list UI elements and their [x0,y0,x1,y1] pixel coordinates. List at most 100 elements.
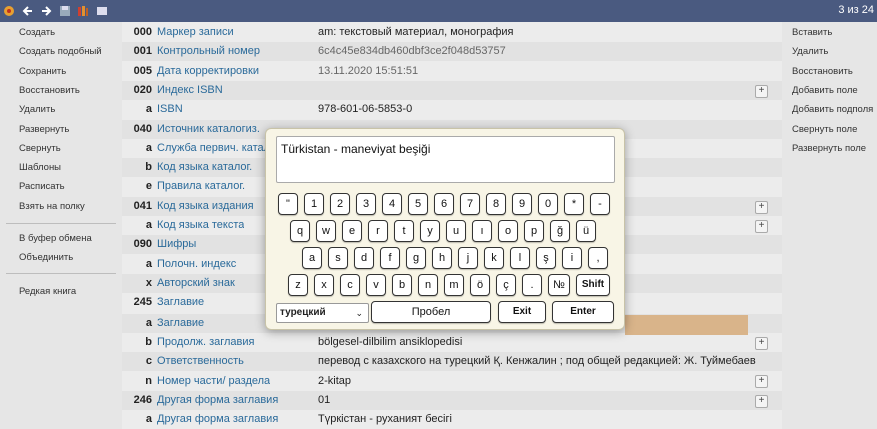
books-icon[interactable] [77,5,89,17]
space-key[interactable]: Пробел [371,301,491,323]
key[interactable]: g [406,247,426,269]
key[interactable]: r [368,220,388,242]
add-subfield-button[interactable]: + [755,337,768,350]
key[interactable]: . [522,274,542,296]
add-subfield-button[interactable]: + [755,220,768,233]
key[interactable]: 4 [382,193,402,215]
key[interactable]: ç [496,274,516,296]
key[interactable]: 1 [304,193,324,215]
keyboard-text-input[interactable] [276,136,615,183]
key[interactable]: 0 [538,193,558,215]
key[interactable]: a [302,247,322,269]
subfield-value[interactable]: bölgesel-dilbilim ansiklopedisi [318,333,462,352]
key[interactable]: w [316,220,336,242]
merge-button[interactable]: Объединить [0,248,122,267]
add-subfields-button[interactable]: Добавить подполя [782,100,877,119]
key[interactable]: o [498,220,518,242]
add-subfield-button[interactable]: + [755,201,768,214]
key[interactable]: 9 [512,193,532,215]
key[interactable]: f [380,247,400,269]
key[interactable]: ğ [550,220,570,242]
restore-button[interactable]: Восстановить [0,81,122,100]
key[interactable]: ş [536,247,556,269]
rare-book-button[interactable]: Редкая книга [0,282,122,301]
app-logo-icon[interactable] [3,5,15,17]
language-select[interactable]: турецкий ⌄ [276,303,369,323]
enter-button[interactable]: Enter [552,301,614,323]
key[interactable]: d [354,247,374,269]
create-button[interactable]: Создать [0,23,122,42]
key[interactable]: 3 [356,193,376,215]
forward-arrow-icon[interactable] [40,5,52,17]
add-field-button[interactable]: Добавить поле [782,81,877,100]
key[interactable]: z [288,274,308,296]
subfield-row[interactable]: b Продолж. заглавия bölgesel-dilbilim an… [122,333,782,352]
subfield-value[interactable]: 2-kitap [318,372,351,391]
key[interactable]: n [418,274,438,296]
field-value[interactable]: 01 [318,391,330,410]
key[interactable]: ı [472,220,492,242]
key[interactable]: k [484,247,504,269]
shift-key[interactable]: Shift [576,274,610,296]
subfield-value[interactable]: 978-601-06-5853-0 [318,100,412,119]
field-row-001[interactable]: 001 Контрольный номер 6c4c45e834db460dbf… [122,42,782,61]
key[interactable]: v [366,274,386,296]
key[interactable]: s [328,247,348,269]
save-icon[interactable] [59,5,71,17]
key[interactable]: 6 [434,193,454,215]
subfield-row[interactable]: n Номер части/ раздела 2-kitap [122,372,782,391]
field-row-000[interactable]: 000 Маркер записи am: текстовый материал… [122,23,782,42]
exit-button[interactable]: Exit [498,301,546,323]
key[interactable]: y [420,220,440,242]
key[interactable]: - [590,193,610,215]
key[interactable]: № [548,274,570,296]
field-value[interactable]: am: текстовый материал, монография [318,23,514,42]
key[interactable]: c [340,274,360,296]
key[interactable]: e [342,220,362,242]
field-row-246[interactable]: 246 Другая форма заглавия 01 [122,391,782,410]
schedule-button[interactable]: Расписать [0,177,122,196]
key[interactable]: t [394,220,414,242]
create-similar-button[interactable]: Создать подобный [0,42,122,61]
restore-field-button[interactable]: Восстановить [782,62,877,81]
delete-field-button[interactable]: Удалить [782,42,877,61]
key[interactable]: 5 [408,193,428,215]
subfield-row[interactable]: a ISBN 978-601-06-5853-0 [122,100,782,119]
copy-to-clipboard-button[interactable]: В буфер обмена [0,229,122,248]
key[interactable]: , [588,247,608,269]
subfield-row[interactable]: c Ответственность перевод с казахского н… [122,352,782,371]
add-subfield-button[interactable]: + [755,375,768,388]
collapse-button[interactable]: Свернуть [0,139,122,158]
key[interactable]: i [562,247,582,269]
field-row-005[interactable]: 005 Дата корректировки 13.11.2020 15:51:… [122,62,782,81]
add-subfield-button[interactable]: + [755,85,768,98]
key[interactable]: h [432,247,452,269]
save-button[interactable]: Сохранить [0,62,122,81]
take-to-shelf-button[interactable]: Взять на полку [0,197,122,216]
key[interactable]: " [278,193,298,215]
key[interactable]: m [444,274,464,296]
key[interactable]: p [524,220,544,242]
key[interactable]: l [510,247,530,269]
subfield-value[interactable]: перевод с казахского на турецкий Қ. Кенж… [318,352,756,371]
key[interactable]: 7 [460,193,480,215]
key[interactable]: ö [470,274,490,296]
field-row-020[interactable]: 020 Индекс ISBN [122,81,782,100]
key[interactable]: 2 [330,193,350,215]
delete-button[interactable]: Удалить [0,100,122,119]
collapse-field-button[interactable]: Свернуть поле [782,120,877,139]
key[interactable]: 8 [486,193,506,215]
subfield-row[interactable]: a Другая форма заглавия Түркістан - руха… [122,410,782,429]
insert-button[interactable]: Вставить [782,23,877,42]
key[interactable]: b [392,274,412,296]
add-subfield-button[interactable]: + [755,395,768,408]
back-arrow-icon[interactable] [22,5,34,17]
menu-icon[interactable] [96,5,108,17]
key[interactable]: u [446,220,466,242]
key[interactable]: x [314,274,334,296]
subfield-value[interactable]: Түркістан - руханият бесігі [318,410,452,429]
templates-button[interactable]: Шаблоны [0,158,122,177]
key[interactable]: q [290,220,310,242]
key[interactable]: j [458,247,478,269]
key[interactable]: ü [576,220,596,242]
